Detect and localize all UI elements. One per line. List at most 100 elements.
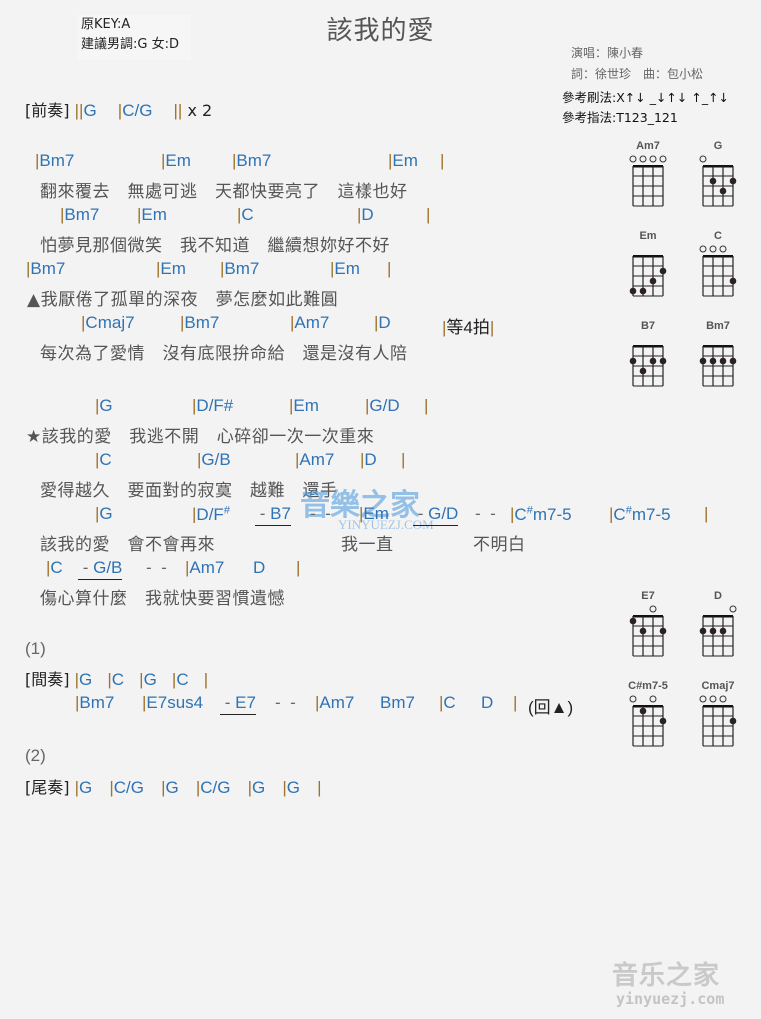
repeat-count: x 2: [187, 101, 213, 120]
fretboard: [629, 345, 667, 387]
nut: [703, 165, 733, 168]
open-string-marker: [649, 155, 657, 163]
finger-dot: [729, 177, 737, 185]
chord: Bm7: [184, 313, 220, 332]
chord: G: [165, 778, 179, 797]
lyric-line: 每次為了愛情 沒有底限拚命給 還是沒有人陪: [40, 344, 408, 364]
chord: G/D: [428, 504, 459, 523]
chord: Em: [165, 151, 191, 170]
singer-credit: 演唱：陳小春: [571, 46, 644, 60]
nut: [633, 705, 663, 708]
finger-dot: [719, 357, 727, 365]
chord: E7sus4: [146, 693, 204, 712]
lyric-line: 該我的愛 會不會再來: [40, 535, 215, 555]
finger-dot: [649, 357, 657, 365]
lyric-line: 翻來覆去 無處可逃 天都快要亮了 這樣也好: [40, 182, 408, 202]
ending-1-marker: (1): [25, 639, 46, 658]
chord: G: [99, 504, 113, 523]
fretboard: [629, 255, 667, 297]
finger-dot: [729, 717, 737, 725]
chord: C#m7-5: [613, 504, 671, 524]
chord-diagram: Cmaj7: [696, 680, 740, 756]
chord-row: |G |D/F# - B7 - - |Em - G/D - - |C#m7-5 …: [95, 504, 708, 526]
lyric-line: 愛得越久 要面對的寂寞 越難 還手: [40, 481, 338, 501]
chord-diagram: Bm7: [696, 320, 740, 396]
open-string-marker: [629, 695, 637, 703]
chord: D/F#: [196, 396, 234, 415]
open-string-marker: [729, 605, 737, 613]
chord-diagram-name: G: [713, 140, 723, 152]
finger-dot: [719, 627, 727, 635]
chord-row: |G |D/F# |Em |G/D |: [95, 396, 429, 415]
chord: G: [79, 670, 93, 689]
nut: [703, 705, 733, 708]
suggested-key: 建議男調:G 女:D: [81, 37, 179, 52]
chord: Em: [363, 504, 389, 523]
chord-row: |Bm7 |Em |Bm7 |Em |: [35, 151, 445, 170]
fretboard: [699, 605, 737, 657]
chord: C/G: [113, 778, 144, 797]
chord-diagram-name: D: [714, 590, 722, 602]
chord-row: |Bm7 |Em |C |D |: [60, 205, 431, 224]
fretboard: [699, 155, 737, 207]
fretboard: [629, 695, 667, 747]
open-string-marker: [629, 155, 637, 163]
chord: Bm7: [39, 151, 75, 170]
finger-dot: [709, 627, 717, 635]
chord: Am7: [294, 313, 330, 332]
nut: [703, 255, 733, 258]
chord: Em: [160, 259, 186, 278]
original-key: 原KEY:A: [81, 17, 131, 32]
chord: C: [111, 670, 125, 689]
chord: Bm7: [224, 259, 260, 278]
chord-diagram: G: [696, 140, 740, 216]
finger-dot: [729, 277, 737, 285]
chord-diagram-name: Bm7: [706, 320, 730, 332]
chord: G: [99, 396, 113, 415]
corner-watermark-url: yinyuezj.com: [616, 990, 725, 1008]
chord-diagram: B7: [626, 320, 670, 396]
key-info-box: 原KEY:A 建議男調:G 女:D: [78, 15, 191, 60]
intro-label: [前奏]: [25, 101, 70, 120]
return-marker: (回▲): [528, 698, 574, 717]
fretboard: [699, 695, 737, 747]
chord: G: [252, 778, 266, 797]
finger-dot: [649, 277, 657, 285]
chord-diagram: Em: [626, 230, 670, 306]
ending-2-marker: (2): [25, 746, 46, 765]
outro-line: [尾奏] |G |C/G |G |C/G |G |G |: [25, 778, 322, 797]
tips-box: 參考刷法:X↑↓ _↓↑↓ ↑_↑↓ 參考指法:T123_121: [562, 88, 729, 128]
chord: Cmaj7: [85, 313, 135, 332]
finger-dot: [629, 617, 637, 625]
chord: D/F#: [196, 504, 230, 524]
open-string-marker: [709, 695, 717, 703]
lyric-line: 傷心算什麼 我就快要習慣遺憾: [40, 589, 285, 609]
finger-dot: [639, 627, 647, 635]
chord-row: |Bm7 |E7sus4 - E7 - - |Am7 Bm7 |C D | (回…: [75, 693, 574, 717]
chord-row: |C |G/B |Am7 |D |: [95, 450, 406, 469]
chord: Bm7: [79, 693, 115, 712]
lyric-line: ★該我的愛 我逃不開 心碎卻一次一次重來: [26, 427, 375, 447]
chord: G/B: [201, 450, 231, 469]
finger-dot: [709, 177, 717, 185]
chord: D: [253, 558, 266, 577]
finger-dot: [659, 717, 667, 725]
chord: G: [286, 778, 300, 797]
nut: [633, 255, 663, 258]
chord: G: [143, 670, 157, 689]
chord: Em: [293, 396, 319, 415]
fretboard: [699, 345, 737, 387]
chord-diagram: E7: [626, 590, 670, 666]
chord-diagram-name: Cmaj7: [701, 680, 735, 692]
finger-dot: [709, 357, 717, 365]
strum-pattern: 參考刷法:X↑↓ _↓↑↓ ↑_↑↓: [562, 90, 730, 105]
chord-diagram-name: Am7: [636, 140, 660, 152]
chord-diagram: D: [696, 590, 740, 666]
finger-dot: [639, 287, 647, 295]
chord-diagram-name: C: [714, 230, 722, 242]
chord: D: [481, 693, 494, 712]
open-string-marker: [699, 245, 707, 253]
open-string-marker: [659, 155, 667, 163]
chord: Em: [392, 151, 418, 170]
nut: [703, 615, 733, 618]
